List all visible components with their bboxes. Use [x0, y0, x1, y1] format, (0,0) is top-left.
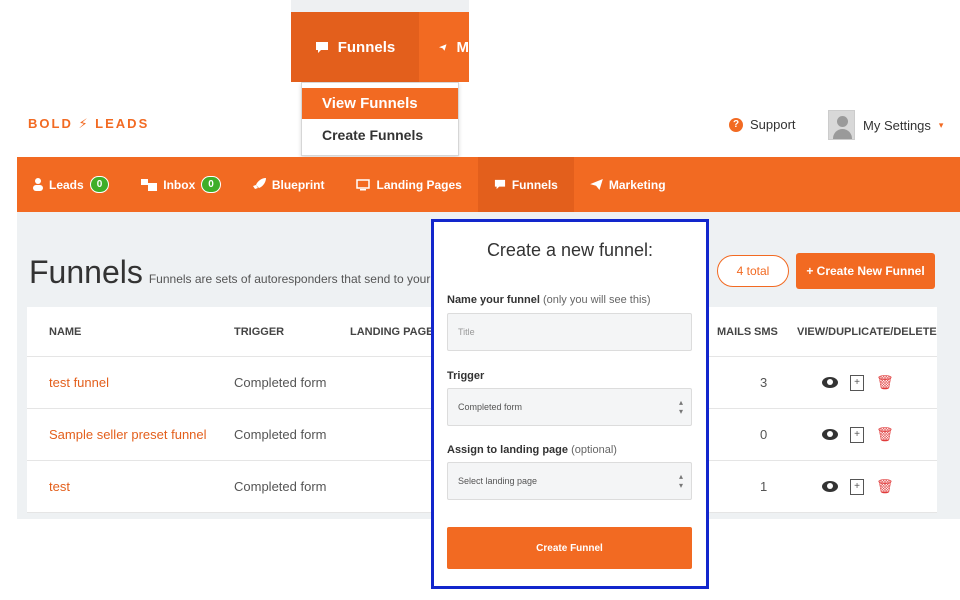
landing-page-select-value: Select landing page	[458, 476, 538, 486]
landing-page-label: Assign to landing page (optional)	[447, 444, 617, 456]
funnel-sms-count: 3	[760, 375, 768, 390]
trash-icon[interactable]: 🗑	[876, 374, 894, 391]
nav-funnels-label: Funnels	[511, 177, 558, 192]
create-funnel-modal: Create a new funnel: Name your funnel (o…	[431, 219, 709, 589]
page-title: Funnels Funnels are sets of autoresponde…	[29, 254, 456, 291]
nav-marketing-label: Marketing	[608, 177, 666, 192]
landing-page-label-text: Assign to landing page	[447, 444, 569, 456]
col-name[interactable]: NAME	[49, 307, 81, 356]
create-new-funnel-button[interactable]: + Create New Funnel	[796, 253, 935, 289]
nav-blueprint-label: Blueprint	[271, 177, 325, 192]
person-icon	[33, 178, 43, 191]
page-subtitle: Funnels are sets of autoresponders that …	[148, 272, 457, 286]
nav-landing-pages-label: Landing Pages	[376, 177, 462, 192]
chevron-down-icon: ▾	[938, 119, 944, 130]
create-funnel-button[interactable]: Create Funnel	[447, 527, 692, 569]
settings-label: My Settings	[863, 117, 931, 133]
funnel-trigger: Completed form	[234, 479, 327, 494]
nav-item-blueprint[interactable]: Blueprint	[237, 157, 341, 212]
avatar	[828, 110, 855, 140]
paper-plane-icon	[439, 43, 447, 51]
funnel-name-link[interactable]: test	[49, 461, 70, 512]
trigger-select-value: Completed form	[458, 402, 523, 412]
modal-title: Create a new funnel:	[486, 240, 654, 260]
nav-item-marketing[interactable]: Marketing	[574, 157, 682, 212]
nav-inbox-label: Inbox	[163, 177, 196, 192]
inbox-count-badge: 0	[201, 176, 221, 193]
funnel-trigger: Completed form	[234, 375, 327, 390]
trigger-label: Trigger	[447, 370, 485, 382]
monitor-icon	[356, 178, 371, 190]
top-menu-marketing-label: M	[456, 38, 470, 56]
nav-item-landing-pages[interactable]: Landing Pages	[340, 157, 477, 212]
nav-item-leads[interactable]: Leads 0	[17, 157, 125, 212]
col-sms[interactable]: SMS	[754, 307, 778, 356]
landing-page-select[interactable]: Select landing page ▴ ▾	[447, 462, 692, 500]
funnel-name-hint: (only you will see this)	[542, 294, 651, 306]
speech-bubble-icon	[494, 179, 505, 190]
eye-icon[interactable]	[822, 377, 838, 388]
funnels-dropdown-menu: View Funnels Create Funnels	[301, 82, 459, 156]
duplicate-icon[interactable]: +	[850, 478, 864, 495]
logo[interactable]: BOLD ⚡ LEADS	[28, 116, 149, 132]
funnel-title-placeholder: Title	[458, 327, 475, 337]
landing-page-hint: (optional)	[571, 444, 617, 456]
support-link[interactable]: ? Support	[729, 117, 796, 132]
leads-count-badge: 0	[89, 176, 110, 193]
row-actions: + 🗑	[822, 461, 894, 512]
top-menu-funnels[interactable]: Funnels	[291, 12, 419, 82]
col-emails[interactable]: MAILS	[717, 307, 751, 356]
funnel-title-input[interactable]: Title	[447, 313, 692, 351]
my-settings-menu[interactable]: My Settings ▾	[828, 110, 943, 140]
funnel-trigger: Completed form	[234, 427, 327, 442]
trigger-select[interactable]: Completed form ▴ ▾	[447, 388, 692, 426]
support-label: Support	[750, 117, 796, 132]
rocket-icon	[252, 178, 266, 189]
duplicate-icon[interactable]: +	[850, 426, 864, 443]
main-nav: Leads 0 Inbox 0 Blueprint Landing Pages …	[17, 157, 960, 212]
dropdown-view-funnels[interactable]: View Funnels	[302, 88, 458, 119]
col-trigger[interactable]: TRIGGER	[234, 307, 284, 356]
help-icon: ?	[729, 117, 743, 132]
trash-icon[interactable]: 🗑	[876, 478, 894, 495]
eye-icon[interactable]	[822, 481, 838, 492]
duplicate-icon[interactable]: +	[850, 374, 864, 391]
trash-icon[interactable]: 🗑	[876, 426, 894, 443]
speech-bubble-icon	[315, 41, 328, 53]
funnel-name-link[interactable]: Sample seller preset funnel	[49, 409, 207, 460]
inbox-icon	[141, 178, 158, 191]
nav-leads-label: Leads	[49, 177, 84, 192]
select-arrows-icon: ▴ ▾	[678, 398, 683, 416]
col-landing-page[interactable]: LANDING PAGE	[350, 307, 434, 356]
nav-item-funnels[interactable]: Funnels	[477, 157, 574, 212]
page: Funnels M View Funnels Create Funnels BO…	[0, 0, 960, 600]
funnel-sms-count: 0	[760, 427, 768, 442]
paper-plane-icon	[590, 179, 603, 190]
top-menu-funnels-label: Funnels	[337, 38, 396, 56]
select-arrows-icon: ▴ ▾	[678, 472, 683, 490]
nav-item-inbox[interactable]: Inbox 0	[125, 157, 237, 212]
page-heading: Funnels	[29, 254, 143, 290]
funnel-name-label-text: Name your funnel	[447, 294, 540, 306]
row-actions: + 🗑	[822, 409, 894, 460]
total-count-badge: 4 total	[717, 255, 789, 287]
top-menu-marketing[interactable]: M	[419, 12, 469, 82]
row-actions: + 🗑	[822, 357, 894, 408]
col-actions: VIEW/DUPLICATE/DELETE	[797, 325, 937, 338]
dropdown-create-funnels[interactable]: Create Funnels	[302, 119, 458, 151]
eye-icon[interactable]	[822, 429, 838, 440]
funnel-name-link[interactable]: test funnel	[49, 357, 109, 408]
funnel-sms-count: 1	[760, 479, 768, 494]
funnel-name-label: Name your funnel (only you will see this…	[447, 294, 651, 306]
